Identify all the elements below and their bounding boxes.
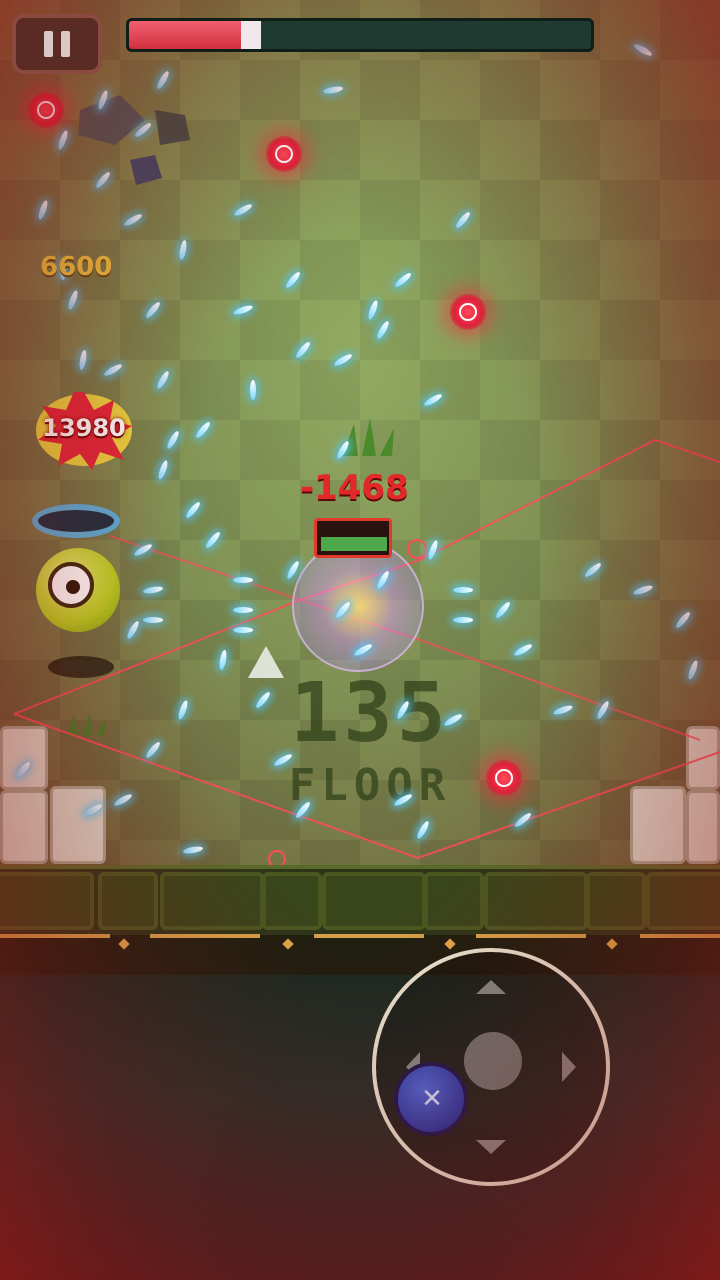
hole-shadow — [48, 656, 114, 678]
bullet — [233, 607, 253, 613]
bullet — [233, 577, 253, 583]
enemy-orb — [450, 294, 486, 330]
critical-damage-text: 13980 — [42, 414, 126, 442]
control-area — [0, 975, 720, 1280]
enemy-spawn-ring — [32, 504, 120, 538]
health-bar — [126, 18, 594, 52]
enemy-orb — [266, 136, 302, 172]
bullet — [233, 627, 253, 633]
enemy-orb — [486, 760, 522, 796]
pause-icon — [44, 31, 53, 57]
triangle-marker-icon — [248, 646, 284, 678]
joystick-center — [464, 1032, 522, 1090]
coin-gain-text: 6600 — [40, 252, 113, 282]
bullet — [250, 380, 256, 400]
game-screen: 135 FLOOR 6600 13980 -1468 ✕ — [0, 0, 720, 1280]
hit-damage-text: -1468 — [300, 468, 409, 508]
health-fill — [129, 21, 245, 49]
crossed-swords-icon: ✕ — [421, 1084, 443, 1114]
pause-button[interactable] — [12, 14, 102, 74]
player-health-bar — [314, 518, 392, 558]
bullet — [143, 617, 163, 623]
bullet — [453, 617, 473, 623]
bullet — [453, 587, 473, 593]
target-ring — [407, 539, 427, 559]
enemy-orb — [28, 92, 64, 128]
